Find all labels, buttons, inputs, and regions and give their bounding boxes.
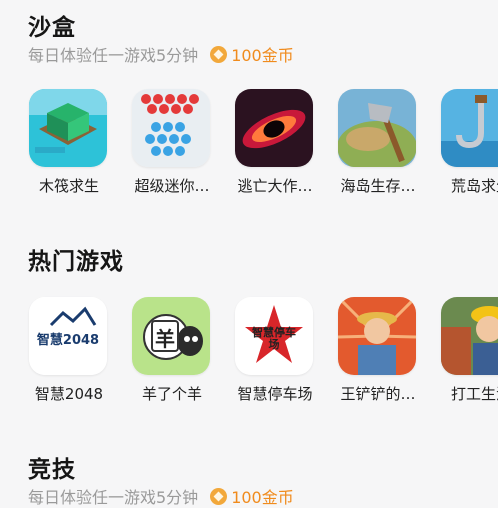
game-name: 王铲铲的…: [340, 385, 416, 403]
game-tile[interactable]: 智慧停车场 智慧停车场: [235, 297, 319, 403]
section-title: 沙盒: [28, 15, 76, 41]
game-tile[interactable]: 逃亡大作…: [235, 89, 319, 195]
section-title: 热门游戏: [28, 249, 124, 275]
game-tile[interactable]: 木筏求生: [29, 89, 113, 195]
task-text: 每日体验任一游戏5分钟: [28, 46, 199, 65]
game-name: 海岛生存…: [340, 177, 416, 195]
task-text: 每日体验任一游戏5分钟: [28, 488, 199, 507]
game-tile[interactable]: 超级迷你…: [132, 89, 216, 195]
parking-game-icon: 智慧停车场: [235, 297, 313, 375]
game-name: 羊了个羊: [141, 385, 202, 403]
black-hole-game-icon: [235, 89, 313, 167]
mini-crowd-game-icon: [132, 89, 210, 167]
game-row: 木筏求生 超级迷你… 逃亡大作… 海岛生存… 荒岛求: [0, 89, 498, 209]
icon-label: 智慧2048: [36, 333, 100, 348]
reward-text: 100金币: [231, 46, 294, 65]
game-tile[interactable]: 打工生活: [441, 297, 498, 403]
game-name: 逃亡大作…: [237, 177, 313, 195]
task-subtitle: 每日体验任一游戏5分钟 100金币: [28, 42, 294, 66]
coin-icon: [210, 487, 228, 505]
raft-game-icon: [29, 89, 107, 167]
icon-label: 智慧停车场: [252, 326, 296, 351]
worker-game-icon: [441, 297, 498, 375]
game-tile[interactable]: 羊 羊了个羊: [132, 297, 216, 403]
section-title: 竞技: [28, 457, 76, 483]
game-name: 超级迷你…: [134, 177, 210, 195]
game-name: 智慧停车场: [237, 385, 313, 403]
reward-text: 100金币: [231, 488, 294, 507]
game-name: 木筏求生: [38, 177, 99, 195]
island-axe-game-icon: [338, 89, 416, 167]
sheep-game-icon: 羊: [132, 297, 210, 375]
game-tile[interactable]: 荒岛求生: [441, 89, 498, 195]
game-name: 智慧2048: [34, 385, 104, 403]
task-subtitle: 每日体验任一游戏5分钟 100金币: [28, 484, 294, 508]
zhihui-2048-game-icon: 智慧2048: [29, 297, 107, 375]
farmer-game-icon: [338, 297, 416, 375]
game-row: 智慧2048 智慧2048 羊 羊了个羊 智慧停车场 智慧停车场 王铲铲的… 打…: [0, 297, 498, 417]
hook-game-icon: [441, 89, 498, 167]
coin-icon: [210, 45, 228, 63]
game-tile[interactable]: 智慧2048 智慧2048: [29, 297, 113, 403]
game-tile[interactable]: 王铲铲的…: [338, 297, 422, 403]
icon-label: 羊: [155, 327, 175, 351]
game-name: 打工生活: [450, 385, 498, 403]
game-name: 荒岛求生: [450, 177, 498, 195]
game-tile[interactable]: 海岛生存…: [338, 89, 422, 195]
